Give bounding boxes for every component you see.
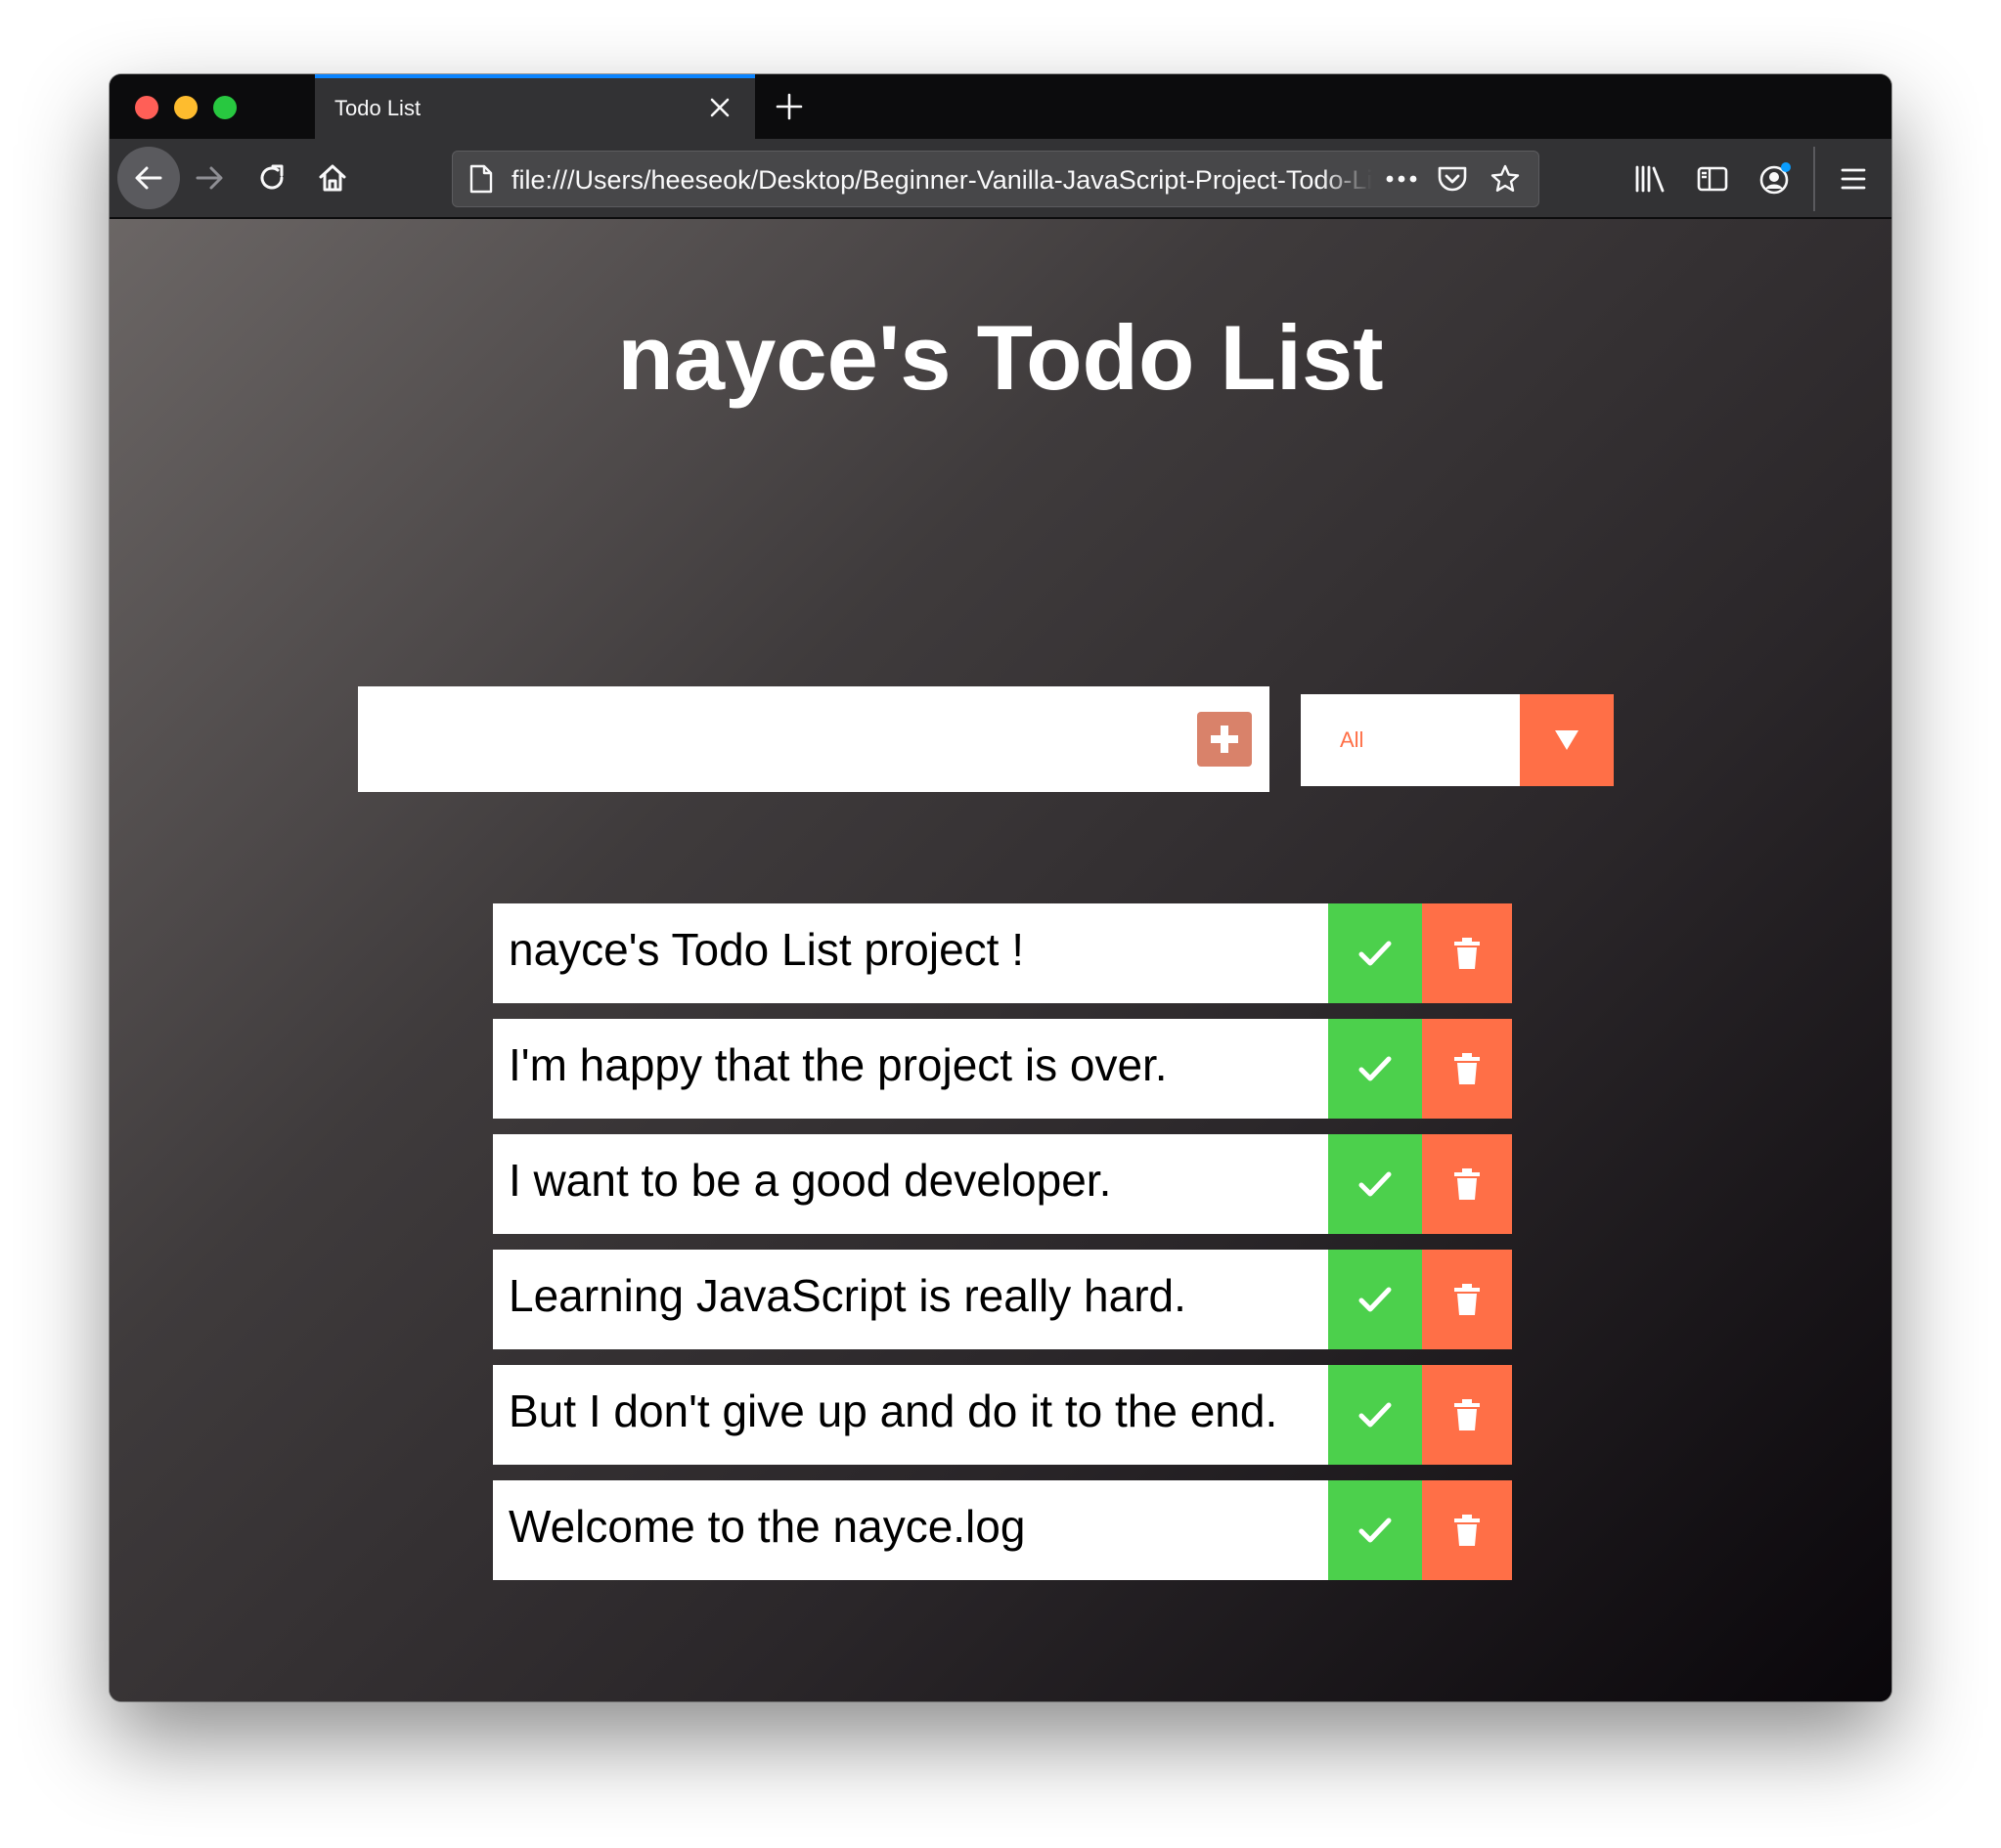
plus-icon	[1211, 726, 1238, 753]
toolbar-divider	[1813, 147, 1815, 211]
delete-button[interactable]	[1422, 1480, 1512, 1580]
complete-button[interactable]	[1328, 1019, 1422, 1119]
todo-text: Learning JavaScript is really hard.	[493, 1250, 1328, 1349]
check-icon	[1358, 1056, 1392, 1081]
check-icon	[1358, 941, 1392, 966]
todo-item: nayce's Todo List project !	[493, 903, 1512, 1003]
delete-button[interactable]	[1422, 1019, 1512, 1119]
forward-button[interactable]	[180, 149, 239, 207]
pocket-icon	[1438, 166, 1467, 192]
complete-button[interactable]	[1328, 1480, 1422, 1580]
todo-item: Welcome to the nayce.log	[493, 1480, 1512, 1580]
todo-text-label: Welcome to the nayce.log	[509, 1501, 1026, 1552]
todo-text: Welcome to the nayce.log	[493, 1480, 1328, 1580]
menu-button[interactable]	[1829, 154, 1878, 203]
check-icon	[1358, 1171, 1392, 1197]
todo-item: I want to be a good developer.	[493, 1134, 1512, 1234]
check-icon	[1358, 1518, 1392, 1543]
check-icon	[1358, 1402, 1392, 1428]
todo-text: I want to be a good developer.	[493, 1134, 1328, 1234]
page-title: nayce's Todo List	[617, 306, 1384, 409]
add-todo-button[interactable]	[1197, 712, 1252, 767]
account-icon	[1759, 162, 1791, 195]
tab-todo-list[interactable]: Todo List	[315, 74, 755, 139]
library-button[interactable]	[1625, 154, 1674, 203]
url-text[interactable]: file:///Users/heeseok/Desktop/Beginner-V…	[511, 165, 1372, 195]
back-button[interactable]	[117, 147, 180, 209]
todo-text-label: I'm happy that the project is over.	[509, 1039, 1168, 1090]
todo-text: nayce's Todo List project !	[493, 903, 1328, 1003]
arrow-left-icon	[135, 166, 162, 190]
delete-button[interactable]	[1422, 903, 1512, 1003]
sidebar-button[interactable]	[1688, 154, 1737, 203]
trash-icon	[1454, 1399, 1480, 1430]
minimize-window-button[interactable]	[174, 96, 198, 119]
account-button[interactable]	[1751, 154, 1800, 203]
todo-list: nayce's Todo List project ! I'm happy th…	[493, 903, 1512, 1596]
page-icon	[467, 163, 496, 195]
todo-input[interactable]	[358, 686, 1160, 792]
address-bar[interactable]: file:///Users/heeseok/Desktop/Beginner-V…	[452, 151, 1539, 207]
reload-icon	[260, 164, 284, 190]
complete-button[interactable]	[1328, 903, 1422, 1003]
arrow-right-icon	[196, 166, 223, 190]
trash-icon	[1454, 1053, 1480, 1084]
filter-dropdown-button[interactable]	[1520, 694, 1614, 786]
filter-selected-value: All	[1340, 727, 1364, 752]
todo-text-label: nayce's Todo List project !	[509, 924, 1025, 975]
trash-icon	[1454, 1515, 1480, 1546]
complete-button[interactable]	[1328, 1250, 1422, 1349]
todo-form	[358, 686, 1269, 792]
complete-button[interactable]	[1328, 1365, 1422, 1465]
todo-text-label: Learning JavaScript is really hard.	[509, 1270, 1186, 1321]
star-icon	[1490, 164, 1520, 192]
close-window-button[interactable]	[135, 96, 158, 119]
tab-title: Todo List	[334, 96, 422, 120]
tab-bar: Todo List	[110, 74, 1891, 139]
home-icon	[319, 164, 346, 192]
trash-icon	[1454, 1168, 1480, 1200]
triangle-down-icon	[1555, 730, 1579, 750]
todo-text: I'm happy that the project is over.	[493, 1019, 1328, 1119]
close-icon	[710, 98, 730, 117]
tab-close-button[interactable]	[702, 88, 737, 127]
zoom-window-button[interactable]	[213, 96, 237, 119]
delete-button[interactable]	[1422, 1365, 1512, 1465]
home-button[interactable]	[303, 149, 362, 207]
filter-select[interactable]: All	[1301, 694, 1614, 786]
reload-button[interactable]	[243, 149, 301, 207]
pocket-button[interactable]	[1433, 161, 1472, 197]
delete-button[interactable]	[1422, 1134, 1512, 1234]
new-tab-button[interactable]	[767, 84, 812, 129]
todo-text: But I don't give up and do it to the end…	[493, 1365, 1328, 1465]
navigation-toolbar: file:///Users/heeseok/Desktop/Beginner-V…	[110, 139, 1891, 219]
todo-item: I'm happy that the project is over.	[493, 1019, 1512, 1119]
todo-text-label: I want to be a good developer.	[509, 1155, 1112, 1206]
trash-icon	[1454, 1284, 1480, 1315]
hamburger-menu-icon	[1841, 168, 1866, 190]
trash-icon	[1454, 938, 1480, 969]
todo-item: Learning JavaScript is really hard.	[493, 1250, 1512, 1349]
complete-button[interactable]	[1328, 1134, 1422, 1234]
bookmark-button[interactable]	[1486, 161, 1525, 197]
todo-text-label: But I don't give up and do it to the end…	[509, 1386, 1278, 1436]
more-dots-icon	[1386, 175, 1417, 183]
library-icon	[1635, 165, 1665, 193]
browser-window: Todo List file:///Users/heeseok/Desktop/…	[110, 74, 1891, 1701]
page-content: nayce's Todo List All nayce's Todo List …	[110, 219, 1891, 1701]
plus-icon	[776, 93, 803, 120]
todo-item: But I don't give up and do it to the end…	[493, 1365, 1512, 1465]
check-icon	[1358, 1287, 1392, 1312]
sidebar-icon	[1697, 166, 1728, 192]
page-actions-button[interactable]	[1382, 161, 1421, 197]
delete-button[interactable]	[1422, 1250, 1512, 1349]
